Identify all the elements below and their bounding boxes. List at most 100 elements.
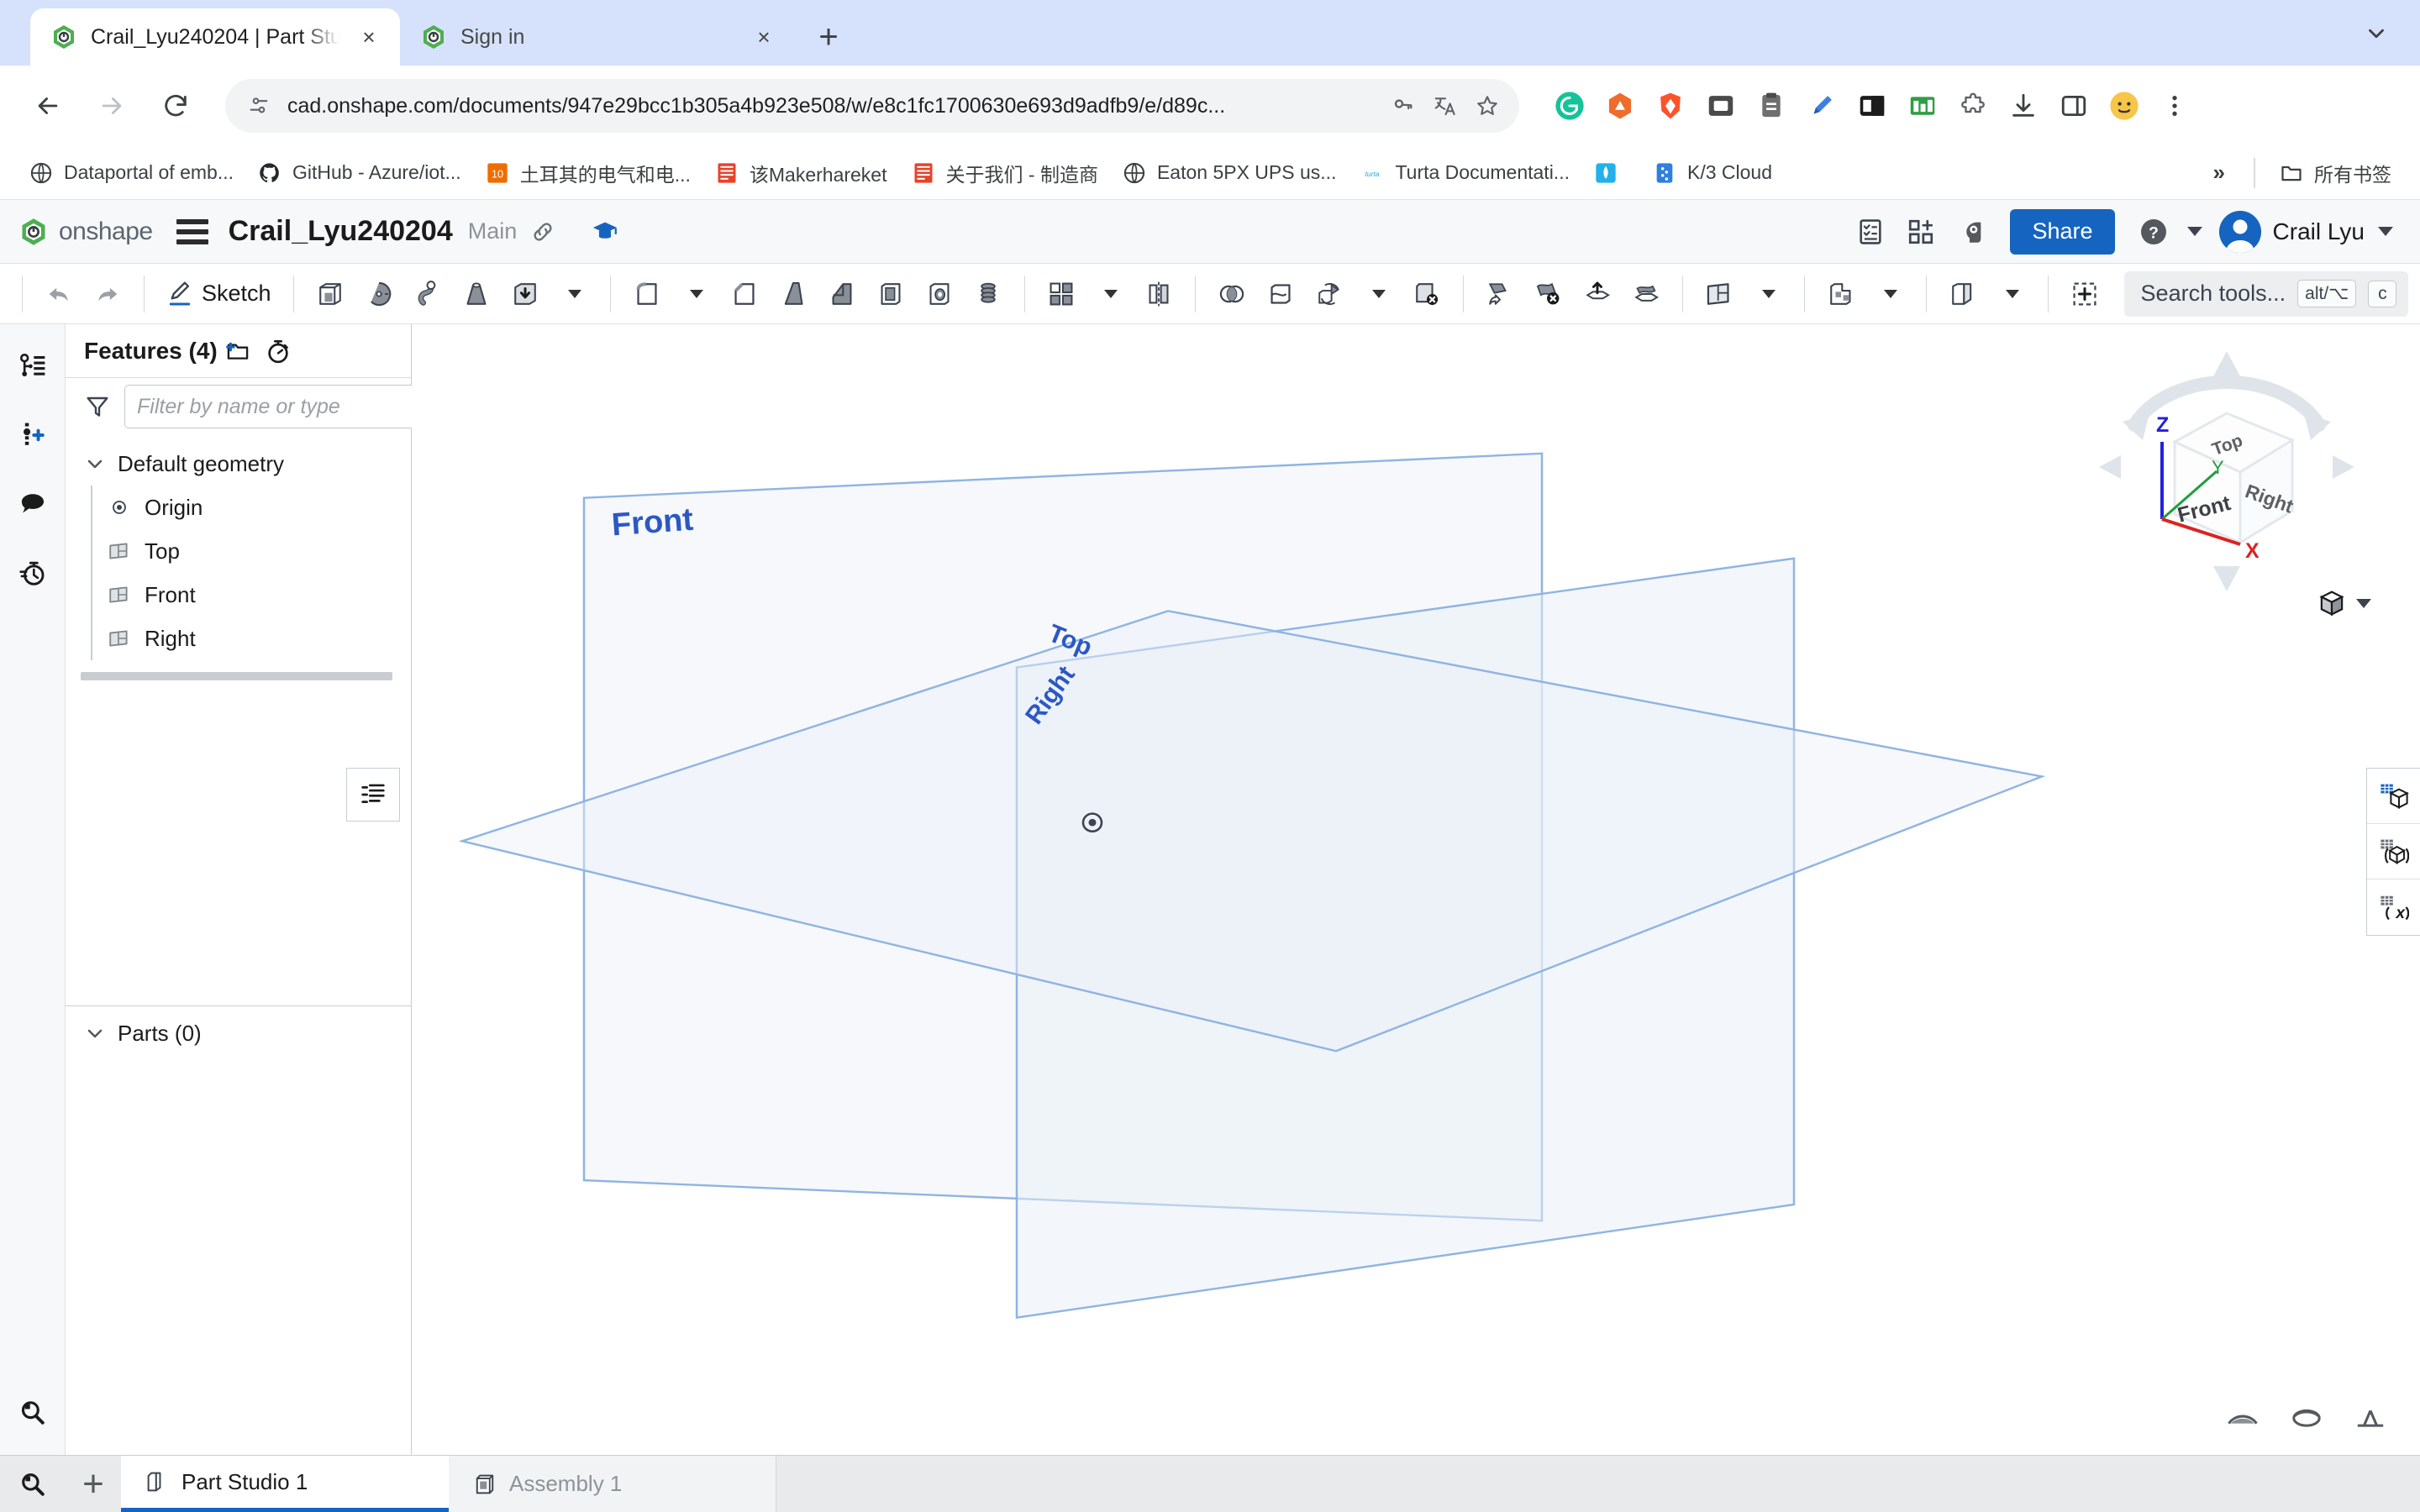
address-bar[interactable]: cad.onshape.com/documents/947e29bcc1b305… — [225, 79, 1519, 133]
add-app-icon[interactable] — [1896, 207, 1946, 257]
fillet-chevron-down-icon[interactable] — [671, 270, 720, 318]
chrome-menu-icon[interactable] — [2151, 82, 2198, 129]
extrude-icon[interactable] — [306, 270, 355, 318]
add-variable-icon[interactable] — [9, 412, 56, 459]
document-title[interactable]: Crail_Lyu240204 — [229, 215, 453, 248]
history-icon[interactable] — [9, 549, 56, 596]
view-cube[interactable]: Top Front Right Z Y X — [2084, 333, 2370, 610]
tree-item-top-plane[interactable]: Top — [66, 529, 411, 573]
boolean-icon[interactable] — [1207, 270, 1256, 318]
bookmarks-overflow-button[interactable]: » — [2196, 160, 2242, 186]
rollback-bar[interactable] — [81, 672, 392, 680]
bookmark-item[interactable]: 10 土耳其的电气和电... — [473, 151, 702, 195]
analysis-icon[interactable]: x — [2367, 879, 2420, 935]
front-plane-label[interactable]: Front — [611, 502, 695, 544]
rollback-stopwatch-icon[interactable] — [258, 331, 298, 371]
bar-extension-icon[interactable] — [1899, 82, 1946, 129]
bookmark-item[interactable]: 关于我们 - 制造商 — [899, 151, 1110, 195]
add-tab-button[interactable]: + — [66, 1456, 121, 1512]
brain-gear-icon[interactable] — [1946, 207, 1996, 257]
measure-search-icon[interactable] — [9, 1389, 56, 1436]
simulation-icon[interactable] — [2367, 824, 2420, 879]
profile-avatar-icon[interactable] — [2101, 82, 2148, 129]
document-search-icon[interactable] — [0, 1456, 66, 1512]
document-tab-assembly[interactable]: Assembly 1 — [449, 1456, 776, 1512]
comments-icon[interactable] — [9, 480, 56, 528]
user-name-label[interactable]: Crail Lyu — [2273, 218, 2365, 245]
graduation-cap-icon[interactable] — [591, 218, 619, 246]
help-menu[interactable]: ? — [2128, 207, 2202, 257]
revolve-icon[interactable] — [355, 270, 403, 318]
clipboard-extension-icon[interactable] — [1748, 82, 1795, 129]
bookmark-item[interactable]: K/3 Cloud — [1640, 151, 1784, 195]
split-icon[interactable] — [1256, 270, 1305, 318]
bookmark-item[interactable]: Eaton 5PX UPS us... — [1110, 151, 1349, 195]
display-mode-chevron-down-icon[interactable] — [2356, 598, 2371, 608]
tree-item-front-plane[interactable]: Front — [66, 573, 411, 617]
tree-group-default-geometry[interactable]: Default geometry — [66, 442, 411, 486]
tab-close-icon[interactable]: × — [353, 21, 385, 53]
feature-list-toggle-icon[interactable] — [346, 768, 400, 822]
brave-extension-icon[interactable] — [1647, 82, 1694, 129]
delete-part-icon[interactable] — [1402, 270, 1451, 318]
thicken-icon[interactable] — [501, 270, 550, 318]
fillet-icon[interactable] — [623, 270, 671, 318]
avatar[interactable] — [2218, 210, 2261, 253]
bookmark-star-icon[interactable] — [1474, 92, 1501, 119]
search-tools-box[interactable]: Search tools... alt/⌥ c — [2123, 270, 2409, 317]
darkreader-extension-icon[interactable] — [1849, 82, 1896, 129]
composite-part-icon[interactable] — [1939, 270, 1987, 318]
extensions-puzzle-icon[interactable] — [1949, 82, 1996, 129]
bookmark-item[interactable]: GitHub - Azure/iot... — [245, 151, 473, 195]
help-circle-icon[interactable]: ? — [2128, 207, 2179, 257]
display-mode-menu[interactable] — [2317, 589, 2371, 617]
back-button[interactable] — [22, 80, 74, 132]
chamfer-icon[interactable] — [720, 270, 769, 318]
browser-tab-inactive[interactable]: Sign in × — [400, 8, 795, 66]
pattern-chevron-down-icon[interactable] — [1086, 270, 1134, 318]
document-tab-part-studio[interactable]: Part Studio 1 — [121, 1456, 449, 1512]
derived-chevron-down-icon[interactable] — [1865, 270, 1914, 318]
pen-extension-icon[interactable] — [1798, 82, 1845, 129]
release-candidate-icon[interactable] — [1845, 207, 1896, 257]
add-folder-icon[interactable] — [218, 331, 258, 371]
bookmark-item[interactable]: 该Makerhareket — [702, 151, 899, 195]
bookmark-item[interactable] — [1581, 151, 1640, 195]
user-chevron-down-icon[interactable] — [2378, 227, 2393, 236]
tree-item-right-plane[interactable]: Right — [66, 617, 411, 660]
shell-icon[interactable] — [866, 270, 915, 318]
hamburger-menu-icon[interactable] — [173, 213, 212, 251]
chevron-down-icon[interactable] — [84, 1023, 106, 1043]
sweep-icon[interactable] — [403, 270, 452, 318]
derived-icon[interactable] — [1817, 270, 1865, 318]
bookmark-item[interactable]: Dataportal of emb... — [17, 151, 245, 195]
transform-chevron-down-icon[interactable] — [1354, 270, 1402, 318]
reload-button[interactable] — [150, 80, 202, 132]
rib-icon[interactable] — [818, 270, 866, 318]
translate-icon[interactable] — [1432, 92, 1459, 119]
new-tab-button[interactable]: + — [805, 13, 852, 60]
feature-list-icon[interactable] — [9, 343, 56, 390]
onshape-logo[interactable]: onshape — [18, 217, 153, 247]
pattern-icon[interactable] — [1037, 270, 1086, 318]
move-face-icon[interactable] — [1476, 270, 1524, 318]
passkey-icon[interactable] — [1390, 92, 1417, 119]
3d-viewport[interactable]: Front Top Right Top Front Right Z Y X x — [412, 324, 2420, 1455]
undo-icon[interactable] — [34, 270, 83, 318]
forward-button[interactable] — [86, 80, 138, 132]
all-bookmarks-button[interactable]: 所有书签 — [2267, 151, 2403, 195]
hole-icon[interactable] — [915, 270, 964, 318]
plane-chevron-down-icon[interactable] — [1744, 270, 1792, 318]
thread-icon[interactable] — [964, 270, 1013, 318]
tree-item-origin[interactable]: Origin — [66, 486, 411, 529]
mirror-icon[interactable] — [1134, 270, 1183, 318]
funnel-icon[interactable] — [84, 393, 111, 420]
transform-icon[interactable] — [1305, 270, 1354, 318]
insert-feature-icon[interactable] — [2060, 270, 2109, 318]
redo-icon[interactable] — [83, 270, 132, 318]
workspace-branch-label[interactable]: Main — [468, 218, 518, 244]
render-studio-icon[interactable] — [2367, 769, 2420, 824]
thicken-chevron-down-icon[interactable] — [550, 270, 598, 318]
bookmark-item[interactable]: turta Turta Documentati... — [1348, 151, 1581, 195]
sketch-button[interactable]: Sketch — [156, 270, 281, 318]
